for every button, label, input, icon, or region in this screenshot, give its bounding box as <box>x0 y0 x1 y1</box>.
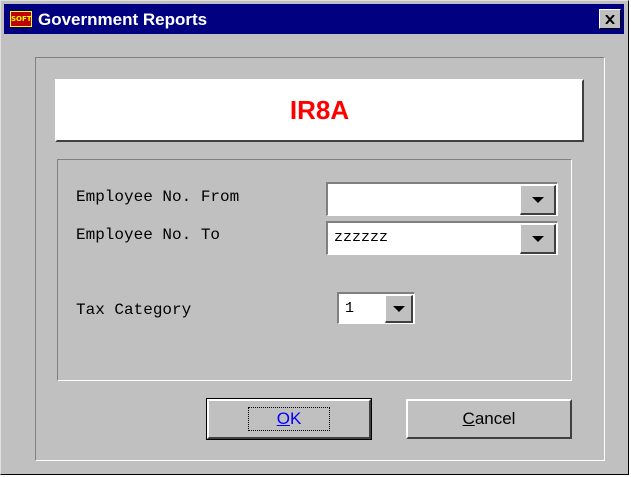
title-bar[interactable]: SOFT Government Reports <box>4 4 624 34</box>
ok-button-focus: OK <box>247 407 331 431</box>
employee-from-combobox[interactable] <box>326 182 558 216</box>
tax-category-label: Tax Category <box>76 301 192 319</box>
tax-category-value[interactable]: 1 <box>345 300 354 317</box>
app-logo-icon: SOFT <box>10 11 32 27</box>
ok-button-label: OK <box>276 409 302 428</box>
employee-to-dropdown-button[interactable] <box>520 224 556 254</box>
cancel-button[interactable]: Cancel <box>406 399 572 439</box>
employee-from-dropdown-button[interactable] <box>520 185 556 215</box>
cancel-button-label: Cancel <box>462 409 516 428</box>
close-button[interactable] <box>599 9 621 29</box>
tax-category-combobox[interactable]: 1 <box>337 292 415 324</box>
report-title-box: IR8A <box>55 79 584 142</box>
report-title: IR8A <box>289 95 350 125</box>
close-icon <box>605 14 615 24</box>
dialog-window: SOFT Government Reports IR8A Employee No… <box>0 0 629 475</box>
ok-button[interactable]: OK <box>206 398 372 440</box>
tax-category-dropdown-button[interactable] <box>385 295 413 323</box>
window-title: Government Reports <box>38 10 208 29</box>
employee-to-value[interactable]: zzzzzz <box>334 229 388 246</box>
employee-to-label: Employee No. To <box>76 226 221 244</box>
chevron-down-icon <box>531 196 544 203</box>
chevron-down-icon <box>531 235 544 242</box>
chevron-down-icon <box>392 305 405 312</box>
employee-to-combobox[interactable]: zzzzzz <box>326 221 558 255</box>
employee-from-label: Employee No. From <box>76 188 240 206</box>
